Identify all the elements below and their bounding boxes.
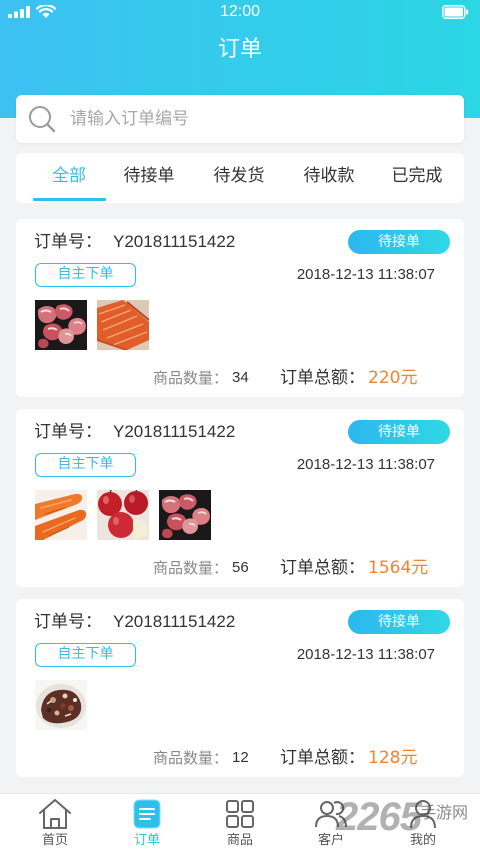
source-tag: 自主下单 bbox=[35, 643, 136, 667]
nav-item-profile[interactable]: 我的 bbox=[377, 794, 469, 853]
tab-label: 已完成 bbox=[391, 166, 443, 186]
order-number-label: 订单号： bbox=[34, 612, 102, 632]
grid-icon bbox=[226, 800, 254, 828]
search-input[interactable] bbox=[70, 95, 450, 143]
quantity-label: 商品数量： bbox=[153, 559, 229, 577]
pork-image bbox=[159, 490, 211, 540]
order-card[interactable]: 订单号： Y201811151422 待接单 自主下单 2018-12-13 1… bbox=[16, 409, 464, 587]
tab-pending-payment[interactable]: 待收款 bbox=[289, 153, 369, 203]
quantity-label: 商品数量： bbox=[153, 749, 229, 767]
tab-label: 待发货 bbox=[213, 166, 265, 186]
status-bar: 12:00 bbox=[0, 0, 480, 24]
total-value: 1564元 bbox=[368, 558, 429, 578]
source-tag: 自主下单 bbox=[35, 263, 136, 287]
order-card[interactable]: 订单号： Y201811151422 待接单 自主下单 2018-12-13 1… bbox=[16, 599, 464, 777]
pork-image bbox=[35, 300, 87, 350]
order-card[interactable]: 订单号： Y201811151422 待接单 自主下单 2018-12-13 1… bbox=[16, 219, 464, 397]
nav-icon-wrapper bbox=[9, 798, 101, 830]
nav-icon-wrapper bbox=[101, 798, 193, 830]
active-tab-indicator bbox=[32, 198, 106, 201]
nav-label: 我的 bbox=[409, 833, 436, 848]
nav-icon-wrapper bbox=[377, 798, 469, 830]
order-number-label: 订单号： bbox=[34, 422, 102, 442]
battery-icon bbox=[442, 5, 469, 19]
order-datetime: 2018-12-13 11:38:07 bbox=[296, 456, 435, 473]
quantity-label: 商品数量： bbox=[153, 369, 229, 387]
search-icon[interactable] bbox=[28, 105, 56, 133]
order-number: Y201811151422 bbox=[113, 422, 236, 441]
nav-label: 首页 bbox=[41, 833, 68, 848]
tab-all[interactable]: 全部 bbox=[29, 153, 109, 203]
quantity-value: 12 bbox=[232, 749, 249, 766]
total-label: 订单总额： bbox=[280, 368, 365, 388]
home-icon bbox=[39, 799, 71, 829]
total-value: 128元 bbox=[368, 748, 418, 768]
status-badge[interactable]: 待接单 bbox=[348, 230, 450, 254]
status-time: 12:00 bbox=[219, 3, 261, 20]
bottom-navigation: 首页 订单 商品 客户 我的 bbox=[0, 793, 480, 853]
total-value: 220元 bbox=[368, 368, 418, 388]
order-datetime: 2018-12-13 11:38:07 bbox=[296, 646, 435, 663]
nav-item-customers[interactable]: 客户 bbox=[285, 794, 377, 853]
source-tag: 自主下单 bbox=[35, 453, 136, 477]
nav-item-orders[interactable]: 订单 bbox=[101, 794, 193, 853]
order-number: Y201811151422 bbox=[113, 232, 236, 251]
nav-label: 订单 bbox=[133, 833, 160, 848]
quantity-value: 56 bbox=[232, 559, 249, 576]
dish-image bbox=[35, 680, 87, 730]
nav-icon-wrapper bbox=[285, 798, 377, 830]
tab-pending-shipment[interactable]: 待发货 bbox=[199, 153, 279, 203]
tab-completed[interactable]: 已完成 bbox=[377, 153, 457, 203]
order-datetime: 2018-12-13 11:38:07 bbox=[296, 266, 435, 283]
nav-label: 客户 bbox=[317, 833, 344, 848]
search-bar[interactable] bbox=[16, 95, 464, 143]
carrot-image bbox=[35, 490, 87, 540]
wifi-icon bbox=[36, 5, 56, 18]
apple-image bbox=[97, 490, 149, 540]
total-label: 订单总额： bbox=[280, 748, 365, 768]
customers-icon bbox=[315, 801, 347, 828]
tab-label: 全部 bbox=[52, 166, 86, 186]
tab-label: 待接单 bbox=[123, 166, 175, 186]
status-badge[interactable]: 待接单 bbox=[348, 420, 450, 444]
profile-icon bbox=[410, 800, 436, 829]
nav-item-products[interactable]: 商品 bbox=[194, 794, 286, 853]
page-title: 订单 bbox=[217, 37, 262, 62]
order-number: Y201811151422 bbox=[113, 612, 236, 631]
tab-pending-accept[interactable]: 待接单 bbox=[109, 153, 189, 203]
salmon-image bbox=[97, 300, 149, 350]
status-badge[interactable]: 待接单 bbox=[348, 610, 450, 634]
app-screen: 12:00 订单 全部 待接单 待发货 待收款 已完成 bbox=[0, 0, 480, 853]
order-list-icon bbox=[133, 799, 161, 829]
status-tabs: 全部 待接单 待发货 待收款 已完成 bbox=[16, 153, 464, 203]
signal-icon bbox=[8, 6, 30, 18]
total-label: 订单总额： bbox=[280, 558, 365, 578]
nav-icon-wrapper bbox=[194, 798, 286, 830]
order-number-label: 订单号： bbox=[34, 232, 102, 252]
nav-label: 商品 bbox=[226, 833, 253, 848]
tab-label: 待收款 bbox=[303, 166, 355, 186]
nav-item-home[interactable]: 首页 bbox=[9, 794, 101, 853]
quantity-value: 34 bbox=[232, 369, 249, 386]
